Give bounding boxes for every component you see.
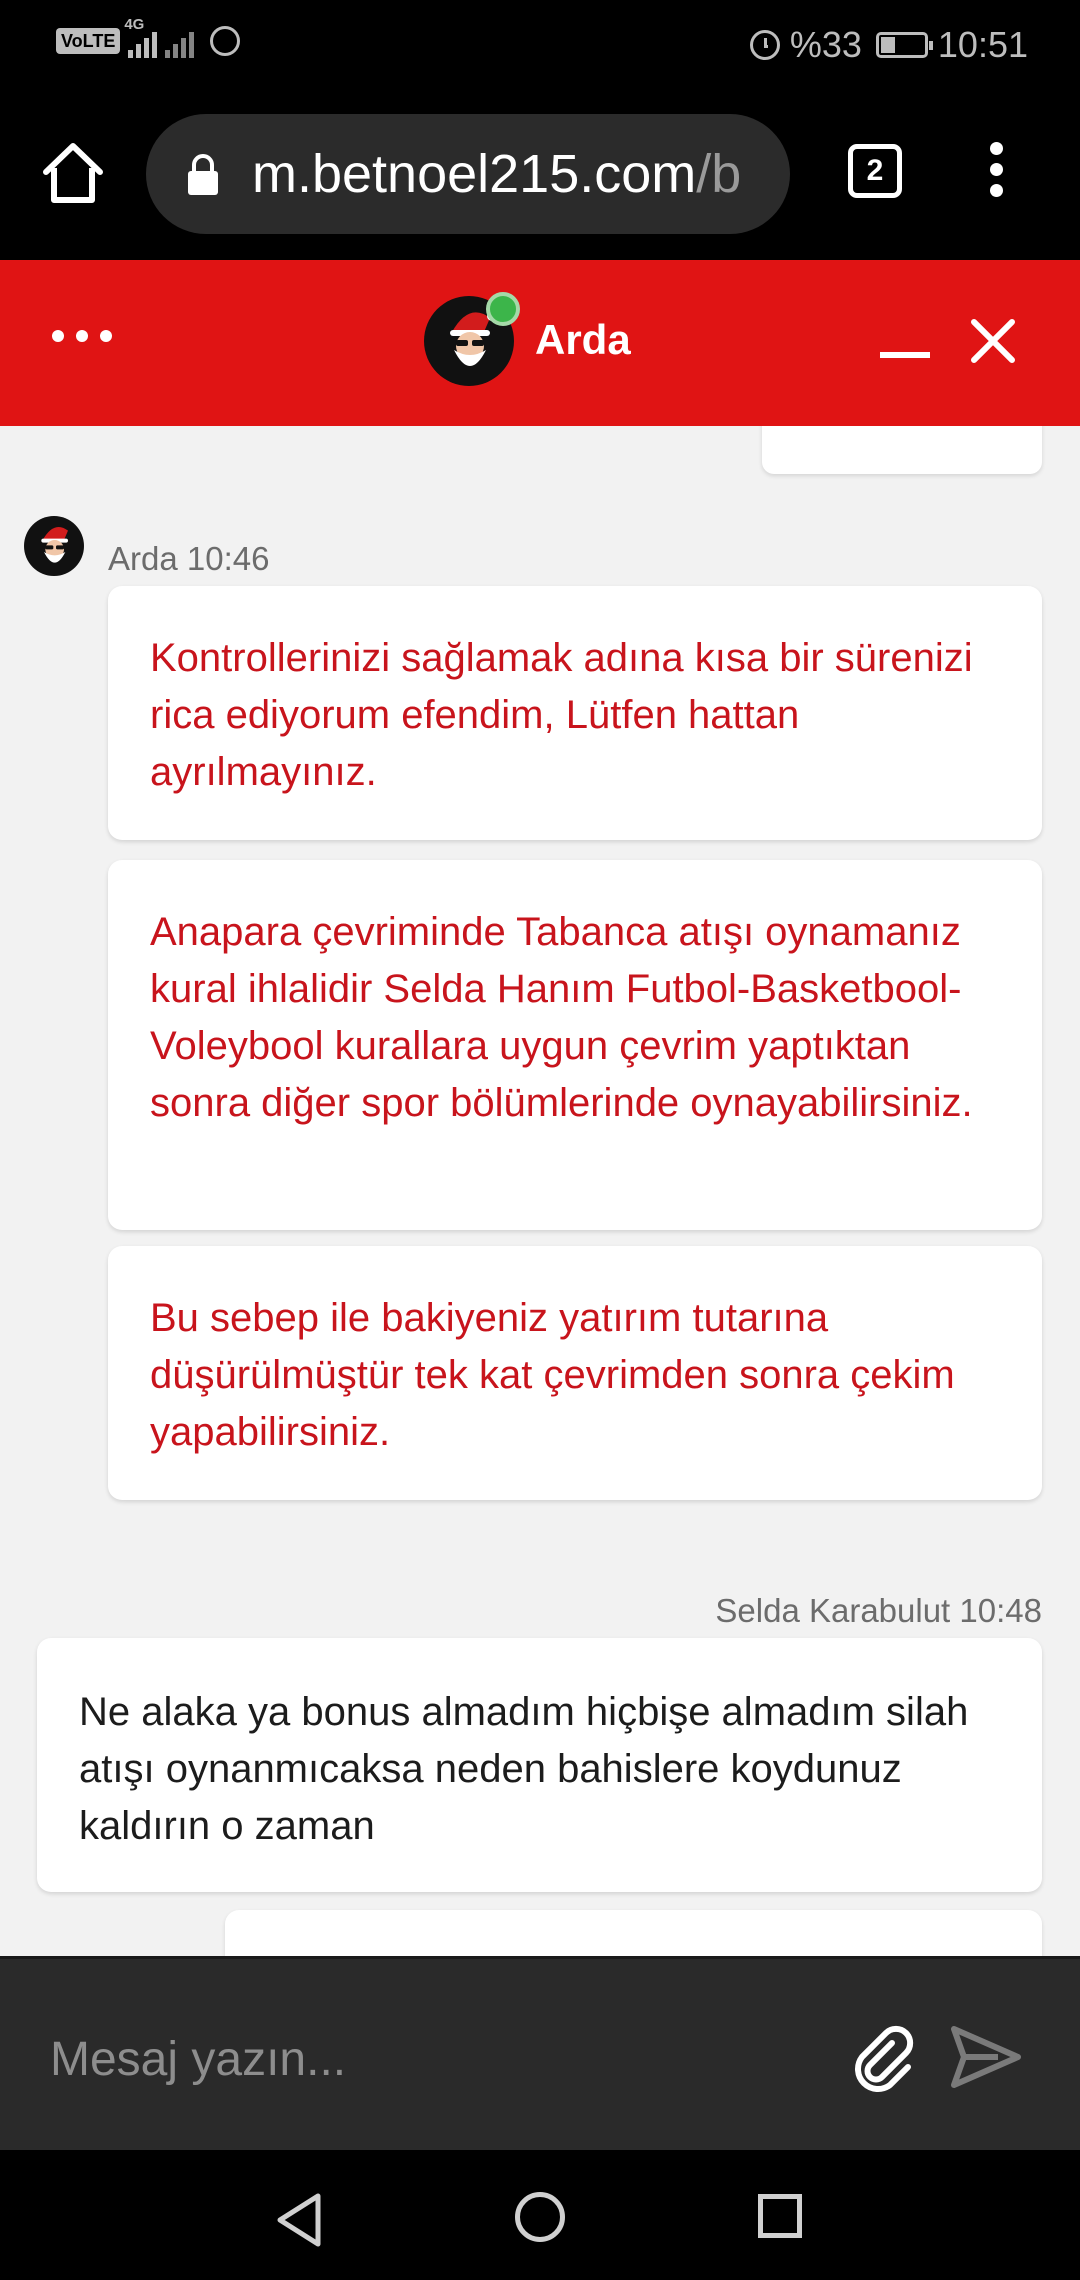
message-time: 10:46: [186, 540, 270, 577]
url-domain: m.betnoel215.com: [252, 144, 697, 204]
agent-name: Arda: [535, 316, 631, 363]
chat-header: Arda: [0, 260, 1080, 426]
message-sender: Selda Karabulut: [715, 1592, 951, 1629]
close-icon[interactable]: [968, 316, 1018, 366]
alarm-icon: [749, 30, 780, 60]
user-message-bubble: Ne alaka ya bonus almadım hiçbişe almadı…: [37, 1638, 1042, 1892]
network-type: 4G: [124, 16, 145, 33]
battery-percent: %33: [789, 24, 862, 65]
url-text: m.betnoel215.com/b: [252, 142, 741, 206]
browser-toolbar: m.betnoel215.com/b 2: [0, 90, 1080, 260]
home-icon[interactable]: [38, 138, 108, 208]
message-composer: [0, 1956, 1080, 2153]
signal-icon: 4G: [124, 16, 158, 58]
nav-recent-icon[interactable]: [758, 2194, 802, 2238]
signal-icon-2: [165, 24, 195, 58]
more-vert-icon[interactable]: [976, 142, 1016, 202]
volte-badge: VoLTE: [56, 28, 121, 54]
clock: 10:51: [937, 24, 1028, 65]
message-sender: Arda: [108, 540, 178, 577]
send-icon[interactable]: [948, 2019, 1024, 2095]
nav-back-icon[interactable]: [274, 2192, 326, 2248]
message-avatar: [24, 516, 84, 576]
whatsapp-icon: [210, 26, 241, 56]
agent-message-bubble: Bu sebep ile bakiyeniz yatırım tutarına …: [108, 1246, 1042, 1500]
tabs-icon[interactable]: 2: [848, 144, 902, 198]
agent-message-bubble: Kontrollerinizi sağlamak adına kısa bir …: [108, 586, 1042, 840]
attach-icon[interactable]: [848, 2021, 920, 2093]
battery-icon: [875, 32, 933, 58]
message-meta: Arda 10:46: [108, 540, 269, 578]
system-nav-bar: [0, 2150, 1080, 2280]
agent-message-bubble: Anapara çevriminde Tabanca atışı oynaman…: [108, 860, 1042, 1230]
more-horiz-icon[interactable]: [52, 330, 112, 342]
previous-message-bubble: [762, 426, 1042, 474]
lock-icon: [188, 154, 218, 195]
status-right: %33 10:51: [749, 24, 1028, 66]
message-input[interactable]: [48, 2013, 812, 2105]
next-message-bubble: [225, 1910, 1042, 1956]
minimize-icon[interactable]: [880, 352, 930, 358]
url-path: /b: [696, 144, 742, 204]
status-left: VoLTE 4G: [56, 16, 241, 58]
status-bar: VoLTE 4G %33 10:51: [0, 0, 1080, 90]
online-status-indicator: [486, 292, 520, 326]
message-meta: Selda Karabulut 10:48: [715, 1592, 1042, 1630]
url-bar[interactable]: m.betnoel215.com/b: [146, 114, 790, 234]
message-time: 10:48: [959, 1592, 1042, 1629]
nav-home-icon[interactable]: [515, 2192, 565, 2242]
chat-messages[interactable]: Arda 10:46 Kontrollerinizi sağlamak adın…: [0, 426, 1080, 1956]
